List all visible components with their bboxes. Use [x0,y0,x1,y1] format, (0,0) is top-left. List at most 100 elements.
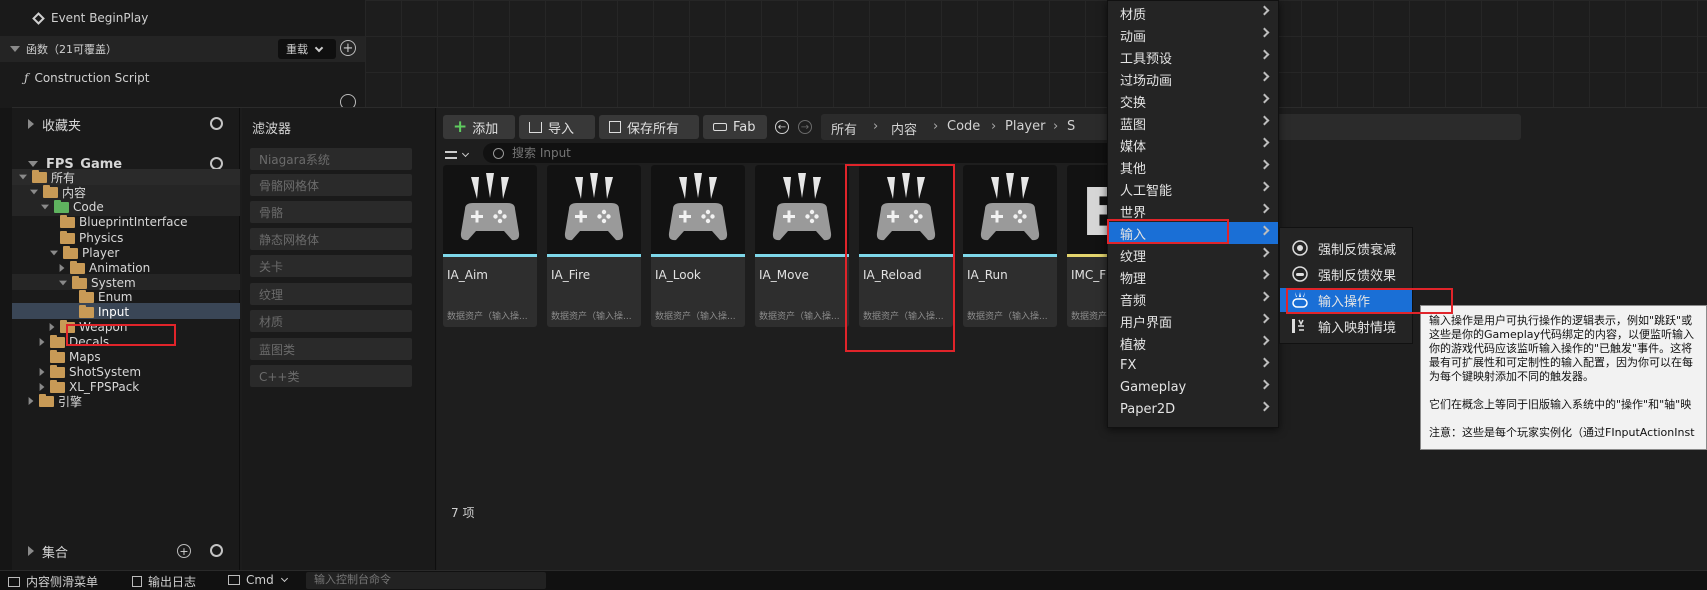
search-icon[interactable] [210,544,223,557]
menu-item[interactable]: 用户界面 [1108,310,1278,332]
output-log-button[interactable]: 输出日志 [132,573,196,590]
menu-item[interactable]: 工具预设 [1108,46,1278,68]
back-arrow-icon[interactable]: ← [775,120,789,134]
menu-item[interactable]: 人工智能 [1108,178,1278,200]
force-feedback-attenuation-icon [1290,239,1310,257]
chevron-right-icon [1259,203,1270,214]
menu-item[interactable]: 纹理 [1108,244,1278,266]
variables-section-header[interactable] [0,92,365,110]
filter-item[interactable]: 材质 [250,310,412,332]
forward-arrow-icon[interactable]: → [798,120,812,134]
menu-item[interactable]: 其他 [1108,156,1278,178]
collections-header[interactable]: 集合 + [12,535,240,567]
menu-item-label: 用户界面 [1120,315,1173,331]
filter-dropdown-button[interactable] [445,146,477,164]
folder-icon [63,245,78,259]
tree-item-input[interactable]: Input [79,304,129,320]
tree-item-code[interactable]: Code [40,199,104,215]
menu-item[interactable]: Gameplay [1108,376,1278,398]
filter-item[interactable]: C++类 [250,365,412,387]
breadcrumb-item[interactable]: 所有 [831,119,857,138]
menu-item[interactable]: 材质 [1108,2,1278,24]
menu-item[interactable]: Paper2D [1108,398,1278,420]
filter-item[interactable]: Niagara系统 [250,148,412,170]
input-mapping-context-icon [1290,317,1310,335]
asset-type-color-bar [443,254,537,257]
filter-item[interactable]: 骨骼 [250,201,412,223]
asset-name: IA_Run [967,268,1008,282]
tree-item-player[interactable]: Player [49,245,119,261]
tooltip-line: 为每个键映射添加不同的触发器。 [1429,370,1594,383]
tree-item-maps[interactable]: Maps [50,349,101,365]
menu-item[interactable]: 动画 [1108,24,1278,46]
chevron-down-icon [461,149,470,158]
chevron-right-icon [1259,379,1270,390]
asset-tile[interactable]: IA_Aim 数据资产（输入操... [443,165,537,327]
breadcrumb-item[interactable]: Player [1005,119,1045,134]
menu-item[interactable]: 过场动画 [1108,68,1278,90]
filter-item[interactable]: 关卡 [250,255,412,277]
menu-item[interactable]: 植被 [1108,332,1278,354]
favorites-header[interactable]: 收藏夹 [12,108,240,140]
tree-item-animation[interactable]: Animation [59,260,150,276]
asset-tile[interactable]: IA_Look 数据资产（输入操... [651,165,745,327]
asset-tile[interactable]: IA_Fire 数据资产（输入操... [547,165,641,327]
tree-item-physics[interactable]: Physics [60,230,123,246]
add-button[interactable]: + 添加 [443,115,515,139]
menu-item[interactable]: 音频 [1108,288,1278,310]
tooltip-line: 输入操作是用户可执行操作的逻辑表示，例如"跳跃"或 [1429,314,1693,327]
submenu-item-input-mapping-context[interactable]: 输入映射情境 [1280,314,1412,338]
folder-icon [50,334,65,348]
filter-item[interactable]: 骨骼网格体 [250,174,412,196]
tree-item-content[interactable]: 内容 [29,184,86,200]
collapse-arrow-icon [10,46,20,52]
tooltip-line [1429,384,1706,398]
menu-item[interactable]: 蓝图 [1108,112,1278,134]
folder-icon [60,214,75,228]
override-dropdown[interactable]: 重载 [278,39,336,59]
add-collection-icon[interactable]: + [177,544,191,558]
filter-item[interactable]: 纹理 [250,283,412,305]
breadcrumb-item[interactable]: Code [947,119,980,134]
breadcrumb-item[interactable]: 内容 [891,119,917,138]
menu-item-label: Paper2D [1120,401,1176,417]
search-box[interactable] [483,143,1137,163]
save-all-button[interactable]: 保存所有 [599,115,699,139]
submenu-item-force-feedback-effect[interactable]: 强制反馈效果 [1280,262,1412,286]
expand-arrow-icon [39,383,45,391]
tree-item-enum[interactable]: Enum [79,289,132,305]
content-drawer-button[interactable]: 内容侧滑菜单 [8,573,98,590]
search-input[interactable] [512,146,1112,160]
input-submenu: 强制反馈衰减 强制反馈效果 输入操作 输入映射情境 [1279,227,1413,344]
fab-button[interactable]: Fab [703,115,767,139]
menu-item[interactable]: 交换 [1108,90,1278,112]
chevron-right-icon [1259,335,1270,346]
menu-item[interactable]: 物理 [1108,266,1278,288]
filter-item[interactable]: 静态网格体 [250,228,412,250]
breadcrumb-item[interactable]: S [1067,119,1075,134]
menu-item-label: Gameplay [1120,379,1187,395]
tree-item-blueprintinterface[interactable]: BlueprintInterface [60,214,187,230]
chevron-right-icon [1259,27,1270,38]
tooltip-line: 你的游戏代码应该监听输入操作的"已触发"事件。这将 [1429,342,1693,355]
tooltip-line: 它们在概念上等同于旧版输入系统中的"操作"和"轴"映 [1429,398,1692,411]
blueprint-graph-canvas[interactable] [365,0,1707,108]
search-icon[interactable] [210,117,223,130]
event-beginplay-item[interactable]: Event BeginPlay [0,6,365,30]
console-input[interactable] [314,573,544,586]
cmd-dropdown[interactable]: Cmd [228,573,288,587]
add-function-icon[interactable]: + [340,40,356,56]
import-button[interactable]: 导入 [519,115,595,139]
asset-tile[interactable]: IA_Run 数据资产（输入操... [963,165,1057,327]
construction-script-item[interactable]: ƒ Construction Script [0,66,365,90]
filter-item[interactable]: 蓝图类 [250,338,412,360]
asset-tile[interactable]: IA_Move 数据资产（输入操... [755,165,849,327]
menu-item[interactable]: FX [1108,354,1278,376]
menu-item[interactable]: 媒体 [1108,134,1278,156]
submenu-item-force-feedback-attenuation[interactable]: 强制反馈衰减 [1280,236,1412,260]
tree-item-engine[interactable]: 引擎 [28,393,82,409]
tree-item-shotsystem[interactable]: ShotSystem [39,364,141,380]
tree-item-label: Physics [79,231,124,245]
functions-section-header[interactable]: 函数（21可覆盖） 重载 + [0,36,365,62]
force-feedback-effect-icon [1290,265,1310,283]
